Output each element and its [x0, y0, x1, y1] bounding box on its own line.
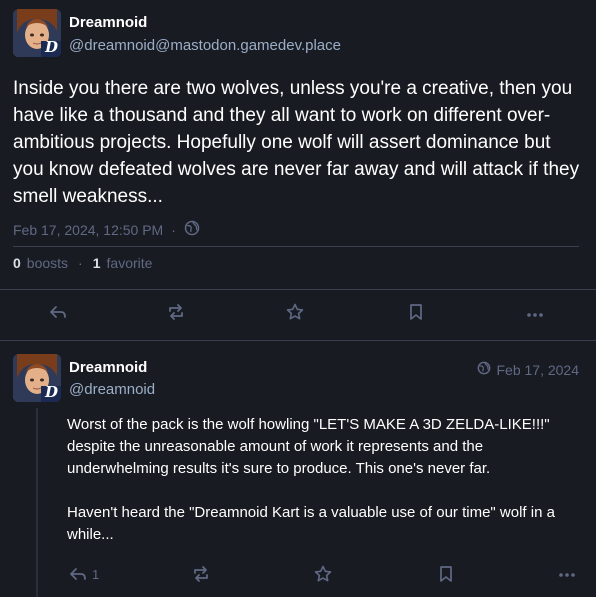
- reply-timestamp[interactable]: Feb 17, 2024: [496, 362, 579, 378]
- reply-account-handle[interactable]: @dreamnoid: [69, 381, 155, 398]
- boost-icon: [194, 566, 208, 582]
- more-icon: [559, 573, 575, 577]
- reply-more-button[interactable]: [557, 564, 577, 584]
- reply-bookmark-button[interactable]: [436, 564, 456, 584]
- reply-paragraph: Haven't heard the "Dreamnoid Kart is a v…: [67, 504, 555, 543]
- reply-favorite-button[interactable]: [313, 564, 333, 584]
- reply-reply-button[interactable]: 1: [68, 564, 99, 584]
- reply-display-name[interactable]: Dreamnoid: [69, 359, 147, 376]
- reply-count: 1: [92, 567, 100, 582]
- avatar-badge: D: [44, 383, 58, 401]
- reply-icon: [70, 568, 86, 580]
- reply-status: D Dreamnoid @dreamnoid Feb 17, 2024 Wors…: [0, 0, 596, 597]
- globe-icon: [477, 361, 491, 378]
- reply-meta: Feb 17, 2024: [477, 361, 579, 378]
- reply-boost-button[interactable]: [191, 564, 211, 584]
- reply-avatar[interactable]: D: [13, 354, 61, 402]
- reply-content: Worst of the pack is the wolf howling "L…: [67, 414, 567, 568]
- thread-line: [36, 408, 38, 597]
- reply-paragraph: Worst of the pack is the wolf howling "L…: [67, 416, 550, 477]
- bookmark-icon: [440, 566, 452, 582]
- star-icon: [314, 565, 332, 582]
